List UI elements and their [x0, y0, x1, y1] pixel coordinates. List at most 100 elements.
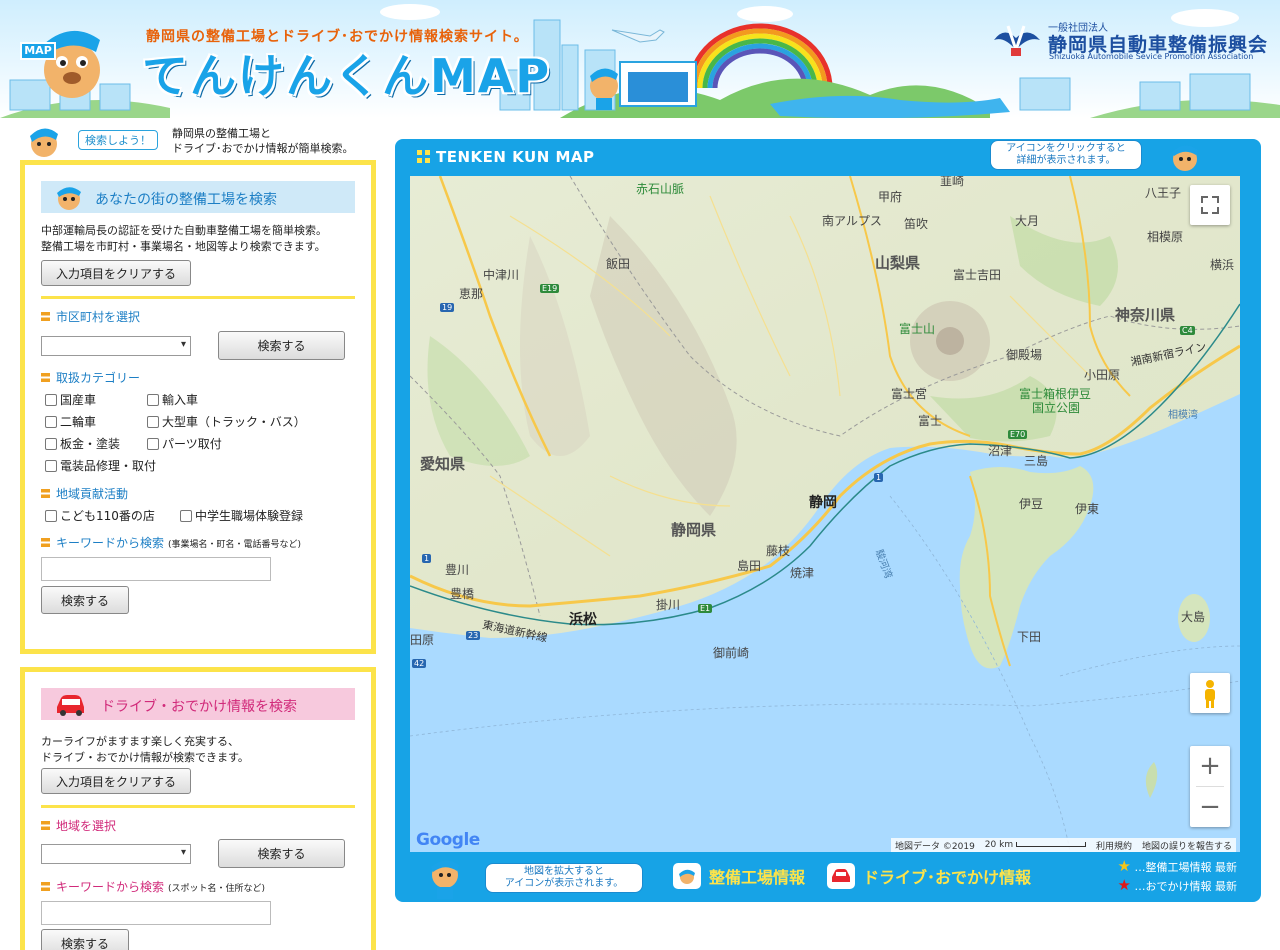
map-label-ito: 伊東	[1075, 502, 1100, 516]
map-label-minami-alps: 南アルプス	[822, 214, 882, 228]
legend-drive-label: ドライブ･おでかけ情報	[863, 868, 1032, 887]
area-select[interactable]	[41, 844, 191, 864]
fullscreen-button[interactable]	[1190, 185, 1230, 225]
map-panel: TENKEN KUN MAP アイコンをクリックすると 詳細が表示されます。 赤…	[395, 139, 1261, 902]
zoom-out-button[interactable]: −	[1190, 787, 1230, 827]
map-label-izu: 伊豆	[1019, 497, 1044, 511]
keyword-search-button[interactable]: 検索する	[41, 586, 129, 614]
drive-search-panel: ドライブ・おでかけ情報を検索 カーライフがますます楽しく充実する、 ドライブ・お…	[20, 667, 376, 950]
map-label-hakone-park: 国立公園	[1032, 401, 1081, 415]
map-label-shizuoka-city: 静岡	[809, 495, 837, 511]
category-checkbox-parts[interactable]: パーツ取付	[147, 435, 222, 452]
garage-search-heading: あなたの街の整備工場を検索	[41, 181, 355, 213]
legend-drive[interactable]: ドライブ･おでかけ情報	[827, 863, 1031, 889]
checkbox-icon[interactable]	[147, 437, 159, 450]
map-label-shizuoka-pref: 静岡県	[671, 521, 717, 539]
map-title-text: TENKEN KUN MAP	[436, 148, 595, 166]
garage-mascot-icon	[673, 863, 701, 889]
checkbox-icon[interactable]	[45, 437, 57, 450]
clear-inputs-button[interactable]: 入力項目をクリアする	[41, 768, 191, 794]
map-label-tahara: 田原	[410, 633, 435, 647]
checkbox-label: 国産車	[60, 393, 97, 407]
area-label: 地域を選択	[56, 819, 117, 833]
category-checkbox-heavy-vehicle[interactable]: 大型車（トラック・バス）	[147, 413, 306, 430]
clear-inputs-button[interactable]: 入力項目をクリアする	[41, 260, 191, 286]
desc-line-2: ドライブ・おでかけ情報が検索できます。	[41, 751, 249, 764]
checkbox-icon[interactable]	[45, 393, 57, 406]
intro: 検索しよう！ 静岡県の整備工場と ドライブ･おでかけ情報が簡単検索。	[24, 122, 384, 160]
category-checkbox-electrical[interactable]: 電装品修理・取付	[45, 457, 156, 474]
map-label-gotemba: 御殿場	[1006, 348, 1043, 362]
checkbox-icon[interactable]	[147, 415, 159, 428]
star-garage-label: …整備工場情報 最新	[1134, 861, 1238, 874]
city-section-label: 市区町村を選択	[41, 308, 140, 325]
map-label-akaishi: 赤石山脈	[636, 182, 685, 196]
site-title[interactable]: てんけんくんMAP	[142, 40, 551, 106]
map-label-fujieda: 藤枝	[766, 544, 791, 558]
map-label-omaezaki: 御前崎	[713, 646, 750, 660]
checkbox-label: 大型車（トラック・バス）	[162, 415, 306, 429]
checkbox-label: 二輪車	[60, 415, 97, 429]
map-terrain[interactable]	[410, 176, 1240, 852]
map-data-credit: 地図データ ©2019	[895, 841, 975, 852]
checkbox-icon[interactable]	[147, 393, 159, 406]
google-logo-text: Google	[416, 830, 480, 850]
mascot-small-icon	[30, 128, 58, 157]
map-label-yokohama: 横浜	[1210, 258, 1235, 272]
map-label-kakegawa: 掛川	[656, 598, 681, 612]
map-label-fuji: 富士	[918, 414, 943, 428]
map-label-fuefuki: 笛吹	[904, 217, 929, 231]
map-label-yamanashi: 山梨県	[875, 254, 921, 272]
checkbox-label: こども110番の店	[60, 509, 155, 523]
map-label-toyohashi: 豊橋	[450, 587, 475, 601]
keyword-search-button[interactable]: 検索する	[41, 929, 129, 950]
street-view-pegman[interactable]	[1190, 673, 1230, 713]
star-icon: ★	[1117, 857, 1131, 875]
mascot-map-sign: MAP	[20, 42, 56, 60]
keyword-input[interactable]	[41, 901, 271, 925]
area-search-button[interactable]: 検索する	[218, 839, 345, 868]
map-label-otsuki: 大月	[1015, 214, 1040, 228]
mascot-left	[44, 30, 100, 98]
keyword-note: (スポット名・住所など)	[168, 884, 266, 894]
area-section-label: 地域を選択	[41, 817, 116, 834]
category-checkbox-import[interactable]: 輸入車	[147, 391, 198, 408]
road-shield: 23	[466, 631, 481, 640]
keyword-label: キーワードから検索	[56, 880, 165, 894]
map-label-shimada: 島田	[737, 559, 762, 573]
keyword-input[interactable]	[41, 557, 271, 581]
checkbox-icon[interactable]	[180, 509, 192, 522]
report-error-link[interactable]: 地図の誤りを報告する	[1142, 839, 1232, 852]
city-search-button[interactable]: 検索する	[218, 331, 345, 360]
car-icon	[827, 863, 855, 889]
category-label: 取扱カテゴリー	[56, 371, 141, 385]
terms-link[interactable]: 利用規約	[1096, 839, 1132, 852]
legend-garage[interactable]: 整備工場情報	[673, 863, 805, 889]
google-map[interactable]: 赤石山脈 甲府 韮崎 八王子 南アルプス 笛吹 大月 相模原 中津川 飯田 山梨…	[410, 176, 1240, 852]
legend-star-drive: ★ …おでかけ情報 最新	[1118, 876, 1237, 894]
checkbox-icon[interactable]	[45, 459, 57, 472]
map-scale[interactable]: 20 km	[985, 840, 1086, 850]
checkbox-label: パーツ取付	[162, 437, 222, 451]
category-checkbox-domestic[interactable]: 国産車	[45, 391, 96, 408]
google-logo[interactable]: Google	[416, 830, 480, 850]
category-section-label: 取扱カテゴリー	[41, 369, 140, 386]
hint-line-1: アイコンをクリックすると	[1006, 143, 1126, 154]
map-label-mishima: 三島	[1024, 454, 1049, 468]
community-checkbox-kodomo110[interactable]: こども110番の店	[45, 507, 155, 524]
checkbox-label: 中学生職場体験登録	[195, 509, 304, 523]
road-shield: C4	[1180, 326, 1195, 335]
zoom-in-button[interactable]: +	[1190, 746, 1230, 786]
category-checkbox-bodywork[interactable]: 板金・塗装	[45, 435, 120, 452]
pegman-icon	[1205, 680, 1215, 708]
checkbox-icon[interactable]	[45, 509, 57, 522]
hint-line-2: 詳細が表示されます。	[1016, 155, 1116, 166]
community-checkbox-work-experience[interactable]: 中学生職場体験登録	[180, 507, 303, 524]
checkbox-icon[interactable]	[45, 415, 57, 428]
org-name-en: Shizuoka Automobile Sevice Promotion Ass…	[1049, 52, 1254, 61]
drive-search-description: カーライフがますます楽しく充実する、 ドライブ・おでかけ情報が検索できます。	[41, 734, 249, 766]
star-icon: ★	[1117, 876, 1131, 894]
desc-line-1: カーライフがますます楽しく充実する、	[41, 735, 239, 748]
category-checkbox-motorcycle[interactable]: 二輪車	[45, 413, 96, 430]
city-select[interactable]	[41, 336, 191, 356]
